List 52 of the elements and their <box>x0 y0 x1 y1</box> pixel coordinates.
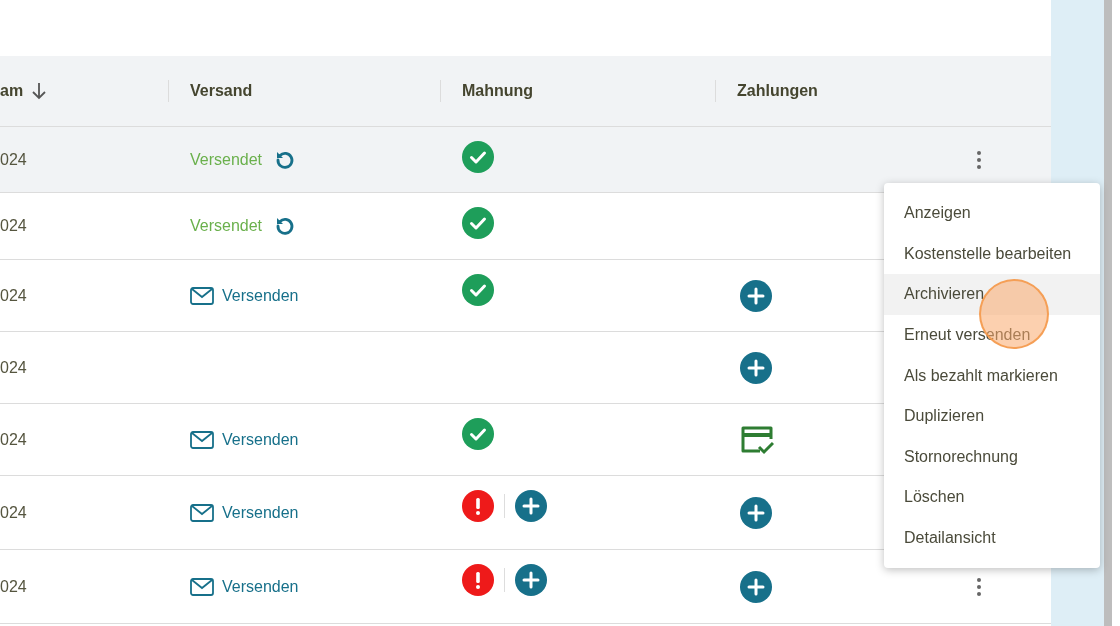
menu-item[interactable]: Löschen <box>884 477 1100 518</box>
date-cell: 024 <box>0 286 27 304</box>
menu-item[interactable]: Detailansicht <box>884 517 1100 559</box>
menu-item[interactable]: Stornorechnung <box>884 436 1100 478</box>
plus-icon <box>747 577 765 596</box>
add-reminder-button[interactable] <box>515 490 547 522</box>
check-circle-icon <box>462 207 494 239</box>
menu-item[interactable]: Duplizieren <box>884 395 1100 437</box>
add-payment-button[interactable] <box>740 279 772 312</box>
plus-icon <box>747 358 765 377</box>
check-circle-icon <box>462 418 494 450</box>
envelope-icon <box>190 286 214 305</box>
envelope-icon <box>190 430 214 449</box>
send-button[interactable]: Versenden <box>190 500 299 525</box>
menu-item[interactable]: Als bezahlt markieren <box>884 355 1100 396</box>
highlighted-row[interactable]: 024 Versendet <box>0 127 1051 193</box>
menu-item[interactable]: Archivieren <box>884 274 1100 315</box>
column-header[interactable]: am <box>0 79 24 103</box>
envelope-icon <box>190 577 214 596</box>
column-header[interactable]: Mahnung <box>462 79 534 103</box>
add-payment-button[interactable] <box>740 496 772 529</box>
check-circle-icon <box>462 141 494 173</box>
date-cell: 024 <box>0 503 27 521</box>
add-payment-button[interactable] <box>740 351 772 384</box>
date-cell: 024 <box>0 430 27 448</box>
column-header[interactable]: Zahlungen <box>737 79 818 103</box>
sort-down-icon[interactable] <box>31 82 48 100</box>
date-cell: 024 <box>0 577 27 595</box>
envelope-icon <box>190 503 214 522</box>
date-cell: 024 <box>0 150 27 168</box>
plus-icon <box>522 571 540 589</box>
menu-item[interactable]: Kostenstelle bearbeiten <box>884 233 1100 275</box>
column-header[interactable]: Versand <box>190 79 253 103</box>
alert-circle-icon <box>462 490 494 522</box>
shipping-status: Versendet <box>190 149 263 170</box>
menu-item[interactable]: Anzeigen <box>884 193 1100 234</box>
shipping-status: Versendet <box>190 216 263 236</box>
date-cell: 024 <box>0 358 27 376</box>
plus-icon <box>747 503 765 522</box>
send-button[interactable]: Versenden <box>190 427 299 452</box>
card-check-icon <box>740 424 774 455</box>
send-button[interactable]: Versenden <box>190 574 299 599</box>
scrollbar[interactable] <box>1104 0 1112 626</box>
plus-icon <box>522 497 540 515</box>
date-cell: 024 <box>0 217 27 234</box>
menu-item[interactable]: Erneut versenden <box>884 314 1100 356</box>
alert-circle-icon <box>462 564 494 596</box>
add-payment-button[interactable] <box>740 570 772 603</box>
plus-icon <box>747 286 765 305</box>
add-reminder-button[interactable] <box>515 564 547 596</box>
check-circle-icon <box>462 274 494 306</box>
send-button[interactable]: Versenden <box>190 283 299 308</box>
